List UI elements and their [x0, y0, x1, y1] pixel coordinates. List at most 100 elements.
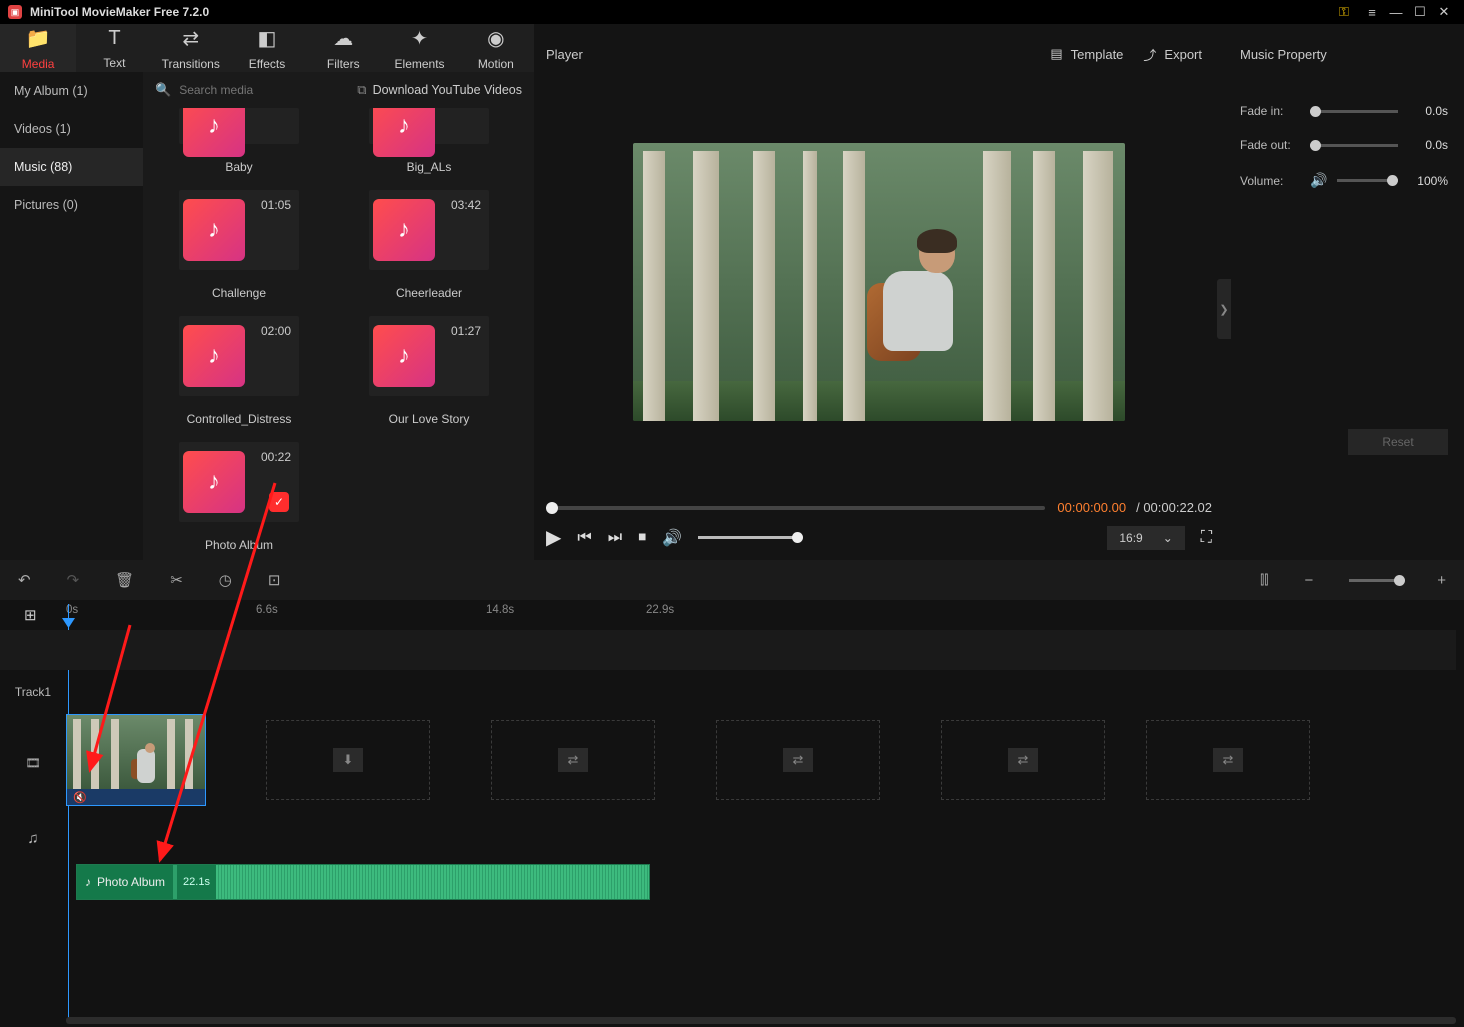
media-label: Baby: [225, 160, 252, 174]
delete-button[interactable]: 🗑: [115, 571, 134, 589]
player-panel: Player ▤Template ⤴Export: [534, 24, 1224, 560]
insert-icon: ⬇: [333, 748, 363, 772]
fit-button[interactable]: ⫿⫿: [1260, 572, 1268, 588]
prev-frame-button[interactable]: ⏮: [577, 529, 591, 547]
close-button[interactable]: ✕: [1432, 4, 1456, 20]
search-input[interactable]: [179, 83, 357, 97]
empty-clip-slot[interactable]: ⇄: [941, 720, 1105, 800]
fade-in-slider[interactable]: [1310, 110, 1398, 113]
fade-out-slider[interactable]: [1310, 144, 1398, 147]
text-icon: T: [108, 27, 120, 50]
maximize-button[interactable]: ☐: [1408, 4, 1432, 20]
timeline-toolbar: ↶ ↷ 🗑 ✂ ◷ ⊡ ⫿⫿ − +: [0, 560, 1464, 600]
media-duration: 02:00: [261, 324, 291, 338]
fade-out-value: 0.0s: [1408, 138, 1448, 152]
media-tile[interactable]: ♪ Baby: [159, 108, 319, 174]
redo-button[interactable]: ↷: [67, 571, 80, 589]
stop-button[interactable]: ⏹: [638, 529, 646, 547]
music-icon: ♪: [373, 325, 435, 387]
volume-value: 100%: [1408, 174, 1448, 188]
play-button[interactable]: ▶: [546, 525, 561, 550]
media-tile[interactable]: ♪ 01:27 Our Love Story: [349, 316, 509, 426]
preview-area: [546, 84, 1212, 480]
timeline-scrollbar[interactable]: [66, 1017, 1456, 1024]
media-tile[interactable]: ♪02:00Controlled_Distress: [159, 316, 319, 426]
empty-clip-slot[interactable]: ⇄: [716, 720, 880, 800]
empty-clip-slot[interactable]: ⬇: [266, 720, 430, 800]
collapse-properties-button[interactable]: ❯: [1217, 279, 1231, 339]
export-button[interactable]: ⤴Export: [1133, 39, 1212, 70]
zoom-in-button[interactable]: +: [1437, 572, 1446, 589]
ruler-tick: 22.9s: [646, 604, 674, 616]
library-panel: 📁MediaTText⇄Transitions◧Effects☁Filters✦…: [0, 24, 534, 560]
media-label: Our Love Story: [389, 412, 470, 426]
main-tabs: 📁MediaTText⇄Transitions◧Effects☁Filters✦…: [0, 24, 534, 72]
empty-clip-slot[interactable]: ⇄: [1146, 720, 1310, 800]
key-icon[interactable]: ⚿: [1332, 4, 1356, 20]
media-tile[interactable]: ♪00:22Photo Album✓: [159, 442, 319, 552]
tab-motion[interactable]: ◉Motion: [458, 24, 534, 72]
checkmark-badge: ✓: [269, 492, 289, 512]
tab-elements[interactable]: ✦Elements: [381, 24, 457, 72]
sidebar-item[interactable]: Music (88): [0, 148, 143, 186]
volume-label: Volume:: [1240, 174, 1300, 188]
media-panel: 🔍 ⧉ Download YouTube Videos ♪Baby♪Big_AL…: [143, 72, 534, 560]
media-tile[interactable]: ♪03:42Cheerleader: [349, 190, 509, 300]
sidebar-item[interactable]: Videos (1): [0, 110, 143, 148]
minimize-button[interactable]: ―: [1384, 5, 1408, 20]
media-grid: ♪Baby♪Big_ALs♪01:05Challenge♪03:42Cheerl…: [143, 108, 534, 560]
template-button[interactable]: ▤Template: [1040, 40, 1133, 68]
zoom-out-button[interactable]: −: [1304, 572, 1313, 589]
split-button[interactable]: ✂: [170, 571, 183, 589]
music-icon: ♪: [183, 451, 245, 513]
progress-slider[interactable]: [546, 506, 1045, 510]
media-duration: 03:42: [451, 198, 481, 212]
music-icon: ♪: [183, 199, 245, 261]
speaker-icon[interactable]: 🔊: [1310, 172, 1327, 189]
music-note-icon: ♪: [85, 875, 91, 889]
media-tile[interactable]: ♪Big_ALs: [349, 108, 509, 174]
time-ruler[interactable]: 0s6.6s14.8s22.9s: [66, 604, 1464, 626]
properties-title: Music Property: [1240, 24, 1448, 84]
elements-icon: ✦: [411, 26, 428, 51]
video-clip[interactable]: 🔇: [66, 714, 206, 806]
tab-text[interactable]: TText: [76, 24, 152, 72]
tab-filters[interactable]: ☁Filters: [305, 24, 381, 72]
music-icon: ♪: [183, 108, 245, 157]
empty-clip-slot[interactable]: ⇄: [491, 720, 655, 800]
fade-in-label: Fade in:: [1240, 104, 1300, 118]
audio-clip[interactable]: ♪Photo Album 22.1s: [76, 864, 650, 900]
add-track-button[interactable]: ⊞: [24, 606, 37, 624]
volume-icon[interactable]: 🔊: [662, 528, 682, 548]
timeline: ⊞ 0s6.6s14.8s22.9s Track1 🎞 🔇: [0, 600, 1464, 1027]
player-volume-slider[interactable]: [698, 536, 798, 539]
tab-effects[interactable]: ◧Effects: [229, 24, 305, 72]
export-icon: ⤴: [1143, 45, 1156, 64]
motion-icon: ◉: [487, 26, 504, 51]
next-frame-button[interactable]: ⏭: [608, 529, 622, 547]
media-label: Big_ALs: [407, 160, 452, 174]
undo-button[interactable]: ↶: [18, 571, 31, 589]
tab-transitions[interactable]: ⇄Transitions: [153, 24, 229, 72]
tab-media[interactable]: 📁Media: [0, 24, 76, 72]
speed-button[interactable]: ◷: [219, 571, 232, 589]
video-preview[interactable]: [633, 143, 1125, 421]
reset-button[interactable]: Reset: [1348, 429, 1448, 455]
volume-slider[interactable]: [1337, 179, 1398, 182]
zoom-slider[interactable]: [1349, 579, 1401, 582]
aspect-ratio-select[interactable]: 16:9⌄: [1107, 526, 1184, 550]
video-track-icon: 🎞: [0, 714, 66, 812]
media-label: Cheerleader: [396, 286, 462, 300]
fullscreen-button[interactable]: ⛶: [1201, 529, 1212, 547]
download-youtube-button[interactable]: Download YouTube Videos: [373, 83, 522, 97]
titlebar: ▣ MiniTool MovieMaker Free 7.2.0 ⚿ ≡ ― ☐…: [0, 0, 1464, 24]
mute-icon[interactable]: 🔇: [73, 791, 87, 804]
sidebar-item[interactable]: Pictures (0): [0, 186, 143, 224]
menu-icon[interactable]: ≡: [1360, 5, 1384, 20]
media-tile[interactable]: ♪01:05Challenge: [159, 190, 319, 300]
media-duration: 01:27: [451, 324, 481, 338]
crop-button[interactable]: ⊡: [268, 571, 281, 589]
sidebar-item[interactable]: My Album (1): [0, 72, 143, 110]
fade-out-label: Fade out:: [1240, 138, 1300, 152]
time-total: / 00:00:22.02: [1136, 500, 1212, 515]
